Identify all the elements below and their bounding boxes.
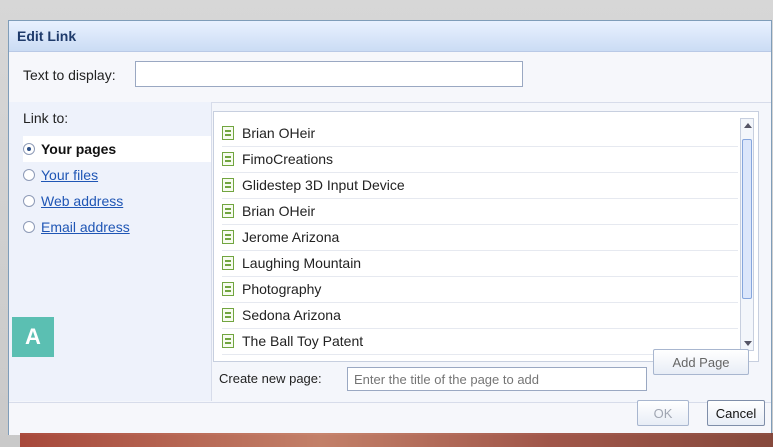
link-option-web-address[interactable]: Web address: [23, 188, 211, 214]
page-title: FimoCreations: [242, 151, 334, 167]
radio-icon[interactable]: [23, 221, 35, 233]
page-title: Jerome Arizona: [242, 229, 340, 245]
radio-icon[interactable]: [23, 195, 35, 207]
link-option-your-files[interactable]: Your files: [23, 162, 211, 188]
page-icon: [222, 152, 234, 166]
page-icon: [222, 230, 234, 244]
text-to-display-row: Text to display:: [9, 52, 771, 103]
link-option-label: Your pages: [41, 141, 117, 157]
link-option-label: Email address: [41, 219, 130, 235]
page-title: Brian OHeir: [242, 125, 316, 141]
page-icon: [222, 256, 234, 270]
list-item[interactable]: Laughing Mountain: [222, 250, 738, 277]
dialog-title: Edit Link: [17, 28, 77, 44]
link-to-label: Link to:: [23, 110, 69, 126]
list-item[interactable]: Jerome Arizona: [222, 224, 738, 251]
create-new-page-label: Create new page:: [219, 371, 322, 386]
edit-link-dialog: Edit Link Text to display: Link to: Your…: [8, 20, 772, 435]
scroll-up-icon[interactable]: [744, 123, 752, 128]
page-title: Photography: [242, 281, 322, 297]
radio-icon[interactable]: [23, 143, 35, 155]
link-option-label: Your files: [41, 167, 99, 183]
page-icon: [222, 282, 234, 296]
link-option-label: Web address: [41, 193, 124, 209]
page-icon: [222, 126, 234, 140]
callout-badge: A: [12, 317, 54, 357]
list-item[interactable]: Brian OHeir: [222, 198, 738, 225]
text-to-display-input[interactable]: [135, 61, 523, 87]
text-to-display-label: Text to display:: [23, 67, 116, 83]
page-icon: [222, 204, 234, 218]
page-icon: [222, 334, 234, 348]
list-item[interactable]: Sedona Arizona: [222, 302, 738, 329]
ok-button[interactable]: OK: [637, 400, 689, 426]
radio-icon[interactable]: [23, 169, 35, 181]
list-item[interactable]: Brian OHeir: [222, 120, 738, 147]
page-title: Glidestep 3D Input Device: [242, 177, 405, 193]
dialog-titlebar: Edit Link: [9, 21, 771, 52]
page-title: Sedona Arizona: [242, 307, 341, 323]
page-title: The Ball Toy Patent: [242, 333, 364, 349]
list-item[interactable]: FimoCreations: [222, 146, 738, 173]
create-new-page-input[interactable]: [347, 367, 647, 391]
pages-list[interactable]: Brian OHeir FimoCreations Glidestep 3D I…: [213, 111, 759, 362]
scroll-down-icon[interactable]: [744, 341, 752, 346]
page-icon: [222, 178, 234, 192]
screenshot-frame: Edit Link Text to display: Link to: Your…: [0, 0, 773, 447]
list-item[interactable]: Photography: [222, 276, 738, 303]
page-icon: [222, 308, 234, 322]
link-option-your-pages[interactable]: Your pages: [23, 136, 211, 162]
add-page-button[interactable]: Add Page: [653, 349, 749, 375]
cancel-button[interactable]: Cancel: [707, 400, 765, 426]
page-title: Brian OHeir: [242, 203, 316, 219]
page-title: Laughing Mountain: [242, 255, 362, 271]
scroll-thumb[interactable]: [742, 139, 752, 299]
pages-scrollbar[interactable]: [740, 118, 754, 351]
link-option-email-address[interactable]: Email address: [23, 214, 211, 240]
list-item[interactable]: Glidestep 3D Input Device: [222, 172, 738, 199]
background-image-strip: [20, 433, 773, 447]
